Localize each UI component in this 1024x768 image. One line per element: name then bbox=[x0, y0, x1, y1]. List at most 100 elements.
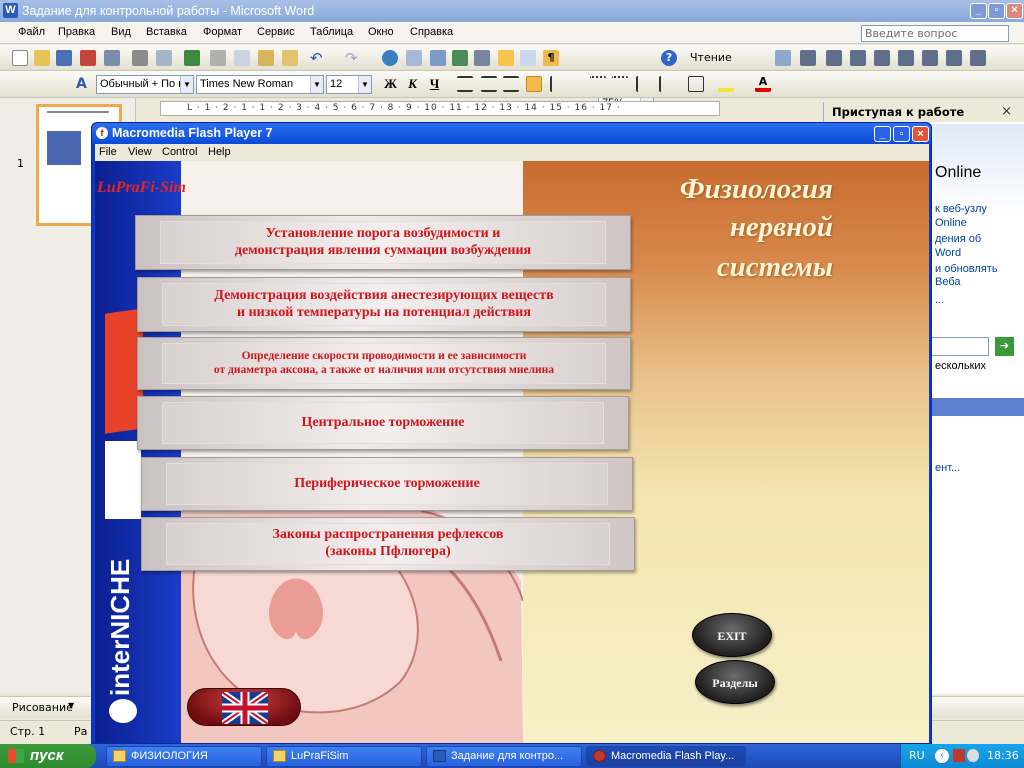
minimize-icon[interactable]: _ bbox=[874, 126, 891, 142]
menu-button-conduction[interactable]: Определение скорости проводимости и ее з… bbox=[137, 337, 631, 390]
menu-file[interactable]: File bbox=[99, 146, 117, 158]
minimize-icon[interactable]: _ bbox=[970, 3, 987, 19]
task-link-2[interactable]: Online bbox=[935, 217, 967, 229]
help-icon[interactable]: ? bbox=[661, 50, 677, 66]
underline-button[interactable]: Ч bbox=[425, 75, 444, 93]
document-map-icon[interactable] bbox=[520, 50, 536, 66]
line-style-icon[interactable] bbox=[970, 50, 986, 66]
menu-format[interactable]: Формат bbox=[203, 26, 242, 38]
insert-table-icon[interactable] bbox=[430, 50, 446, 66]
highlight-icon[interactable] bbox=[718, 76, 734, 92]
order-icon[interactable] bbox=[922, 50, 938, 66]
menu-button-reflex-laws[interactable]: Законы распространения рефлексов (законы… bbox=[141, 517, 635, 571]
increase-indent-icon[interactable] bbox=[659, 76, 675, 92]
menu-view[interactable]: View bbox=[128, 146, 152, 158]
bold-button[interactable]: Ж bbox=[381, 75, 400, 93]
borders-icon[interactable] bbox=[688, 76, 704, 92]
task-link-4[interactable]: Word bbox=[935, 247, 961, 259]
menu-help[interactable]: Help bbox=[208, 146, 231, 158]
task-link-5[interactable]: и обновлять bbox=[935, 263, 998, 275]
styles-pane-icon[interactable]: A bbox=[76, 76, 92, 92]
redo-icon[interactable]: ↷ bbox=[345, 50, 361, 66]
menu-window[interactable]: Окно bbox=[368, 26, 394, 38]
horizontal-ruler[interactable]: L · 1 · 2 · 1 · 1 · 2 · 3 · 4 · 5 · 6 · … bbox=[160, 101, 720, 116]
columns-icon[interactable] bbox=[474, 50, 490, 66]
align-center-icon[interactable] bbox=[481, 76, 497, 92]
menu-tools[interactable]: Сервис bbox=[257, 26, 295, 38]
print-preview-icon[interactable] bbox=[156, 50, 172, 66]
menu-button-threshold[interactable]: Установление порога возбудимости и демон… bbox=[135, 215, 631, 270]
drawing-menu[interactable]: Рисование bbox=[12, 701, 73, 714]
format-painter-icon[interactable] bbox=[282, 50, 298, 66]
menu-insert[interactable]: Вставка bbox=[146, 26, 187, 38]
task-pane-more-link[interactable]: ент... bbox=[935, 462, 960, 474]
arrange-icon[interactable] bbox=[850, 50, 866, 66]
copy-icon[interactable] bbox=[234, 50, 250, 66]
permission-icon[interactable] bbox=[80, 50, 96, 66]
tray-volume-icon[interactable] bbox=[967, 749, 979, 762]
chevron-left-icon[interactable]: ‹ bbox=[935, 749, 949, 763]
menu-help[interactable]: Справка bbox=[410, 26, 453, 38]
menu-control[interactable]: Control bbox=[162, 146, 197, 158]
font-size-select[interactable]: 12 ▼ bbox=[326, 75, 372, 94]
task-link-1[interactable]: к веб-узлу bbox=[935, 203, 987, 215]
ask-question-input[interactable]: Введите вопрос bbox=[861, 25, 1009, 42]
align-icon[interactable] bbox=[800, 50, 816, 66]
italic-button[interactable]: К bbox=[403, 75, 422, 93]
go-arrow-icon[interactable]: ➔ bbox=[995, 337, 1014, 356]
menu-button-central-inhibition[interactable]: Центральное торможение bbox=[137, 396, 629, 450]
spelling-icon[interactable] bbox=[184, 50, 200, 66]
exit-button[interactable]: EXIT bbox=[692, 613, 772, 657]
font-color-icon[interactable]: A bbox=[755, 76, 771, 92]
print-icon[interactable] bbox=[132, 50, 148, 66]
tables-borders-icon[interactable] bbox=[406, 50, 422, 66]
task-link-7[interactable]: ... bbox=[935, 294, 944, 306]
line-icon[interactable] bbox=[946, 50, 962, 66]
language-toggle-button[interactable] bbox=[187, 688, 301, 726]
insert-excel-icon[interactable] bbox=[452, 50, 468, 66]
menu-edit[interactable]: Правка bbox=[58, 26, 95, 38]
justify-icon[interactable] bbox=[526, 76, 542, 92]
align-left-icon[interactable] bbox=[457, 76, 473, 92]
tray-antivirus-icon[interactable] bbox=[953, 749, 965, 762]
maximize-icon[interactable]: ▫ bbox=[893, 126, 910, 142]
hyperlink-icon[interactable] bbox=[382, 50, 398, 66]
style-select[interactable]: Обычный + По ц ▼ bbox=[96, 75, 194, 94]
read-button[interactable]: Чтение bbox=[690, 51, 732, 64]
task-word-document[interactable]: Задание для контро... bbox=[426, 746, 582, 767]
language-indicator[interactable]: RU bbox=[909, 744, 925, 768]
paste-icon[interactable] bbox=[258, 50, 274, 66]
task-fiziologiya[interactable]: ФИЗИОЛОГИЯ bbox=[106, 746, 262, 767]
open-icon[interactable] bbox=[34, 50, 50, 66]
new-document-icon[interactable] bbox=[12, 50, 28, 66]
maximize-icon[interactable]: ▫ bbox=[988, 3, 1005, 19]
menu-button-peripheral-inhibition[interactable]: Периферическое торможение bbox=[141, 457, 633, 511]
distribute-icon[interactable] bbox=[826, 50, 842, 66]
sections-button[interactable]: Разделы bbox=[695, 660, 775, 704]
font-select[interactable]: Times New Roman ▼ bbox=[196, 75, 324, 94]
cut-icon[interactable] bbox=[210, 50, 226, 66]
task-link-6[interactable]: Веба bbox=[935, 276, 961, 288]
menu-view[interactable]: Вид bbox=[111, 26, 131, 38]
bullets-icon[interactable] bbox=[612, 76, 628, 92]
menu-file[interactable]: Файл bbox=[18, 26, 45, 38]
group-icon[interactable] bbox=[898, 50, 914, 66]
drawing-icon[interactable] bbox=[498, 50, 514, 66]
start-button[interactable]: пуск bbox=[0, 744, 96, 768]
close-icon[interactable]: × bbox=[1006, 3, 1023, 19]
task-flash-player[interactable]: Macromedia Flash Play... bbox=[586, 746, 746, 767]
save-icon[interactable] bbox=[56, 50, 72, 66]
insert-picture-icon[interactable] bbox=[775, 50, 791, 66]
layout-icon[interactable] bbox=[874, 50, 890, 66]
close-icon[interactable]: × bbox=[1001, 104, 1012, 119]
menu-table[interactable]: Таблица bbox=[310, 26, 353, 38]
decrease-indent-icon[interactable] bbox=[636, 76, 652, 92]
show-formatting-icon[interactable]: ¶ bbox=[543, 50, 559, 66]
email-icon[interactable] bbox=[104, 50, 120, 66]
menu-button-anesthetics[interactable]: Демонстрация воздействия анестезирующих … bbox=[137, 277, 631, 332]
align-right-icon[interactable] bbox=[503, 76, 519, 92]
undo-icon[interactable]: ↶ bbox=[310, 50, 326, 66]
line-spacing-icon[interactable] bbox=[550, 76, 566, 92]
close-icon[interactable]: × bbox=[912, 126, 929, 142]
task-link-3[interactable]: дения об bbox=[935, 233, 981, 245]
